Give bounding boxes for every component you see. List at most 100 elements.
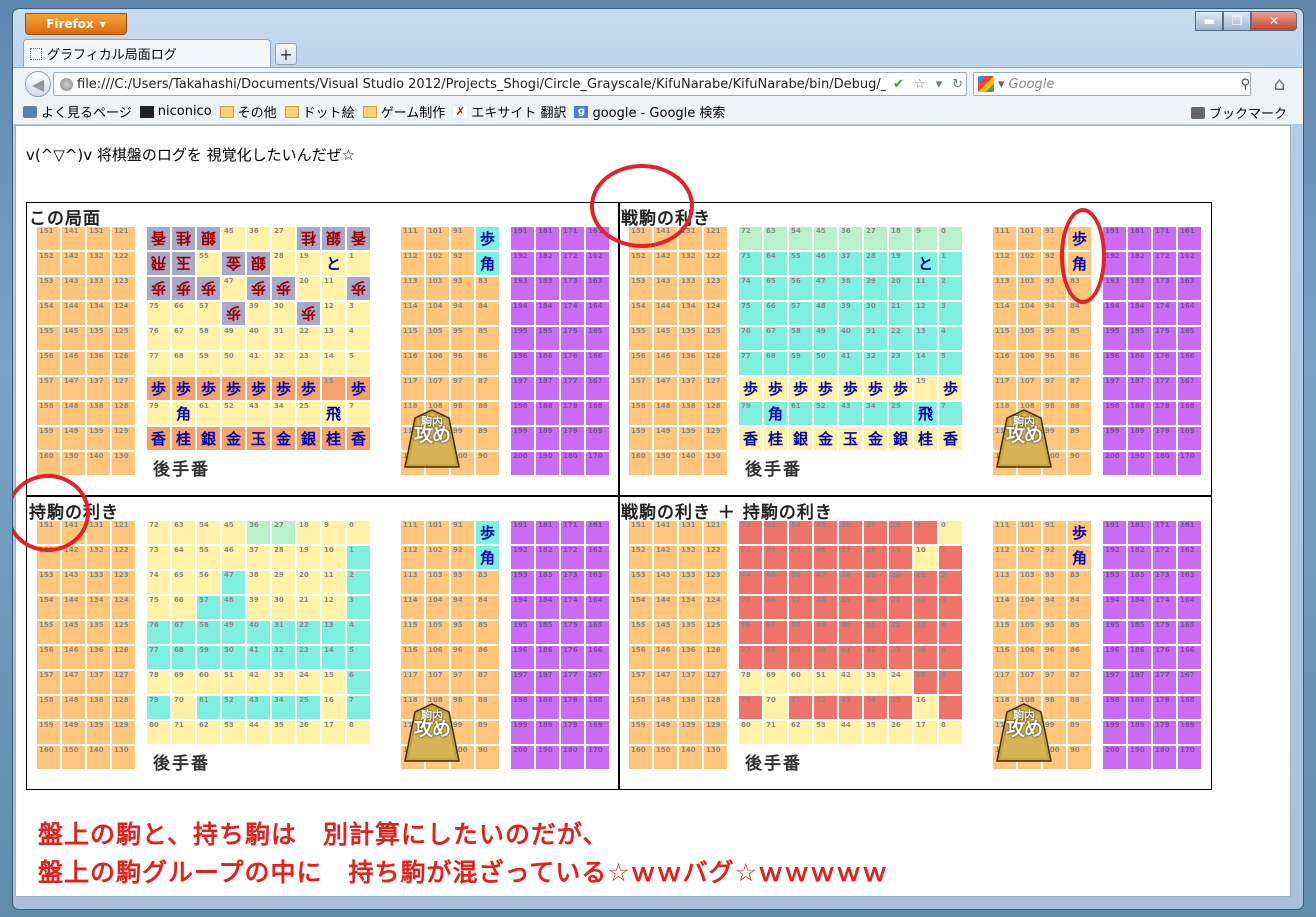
board-square[interactable]: 35 [272, 721, 295, 744]
board-square[interactable]: 58 [789, 621, 812, 644]
board-square[interactable]: 80 [147, 721, 170, 744]
sente-hand-square[interactable]: 87 [476, 671, 499, 694]
board-square[interactable]: 27 [864, 521, 887, 544]
sente-hand-square[interactable]: 95 [451, 621, 474, 644]
board-square[interactable]: 76 [147, 621, 170, 644]
board-square[interactable]: 76 [147, 327, 170, 350]
board-square[interactable]: 12 [322, 596, 345, 619]
shogi-piece[interactable]: と [914, 252, 937, 275]
board-square[interactable]: 13 [914, 621, 937, 644]
board-square[interactable]: 66 [764, 596, 787, 619]
gote-hand-square[interactable]: 140 [679, 746, 702, 769]
gote-hand-square[interactable]: 133 [679, 571, 702, 594]
sente-hand-square[interactable]: 104 [426, 302, 449, 325]
reserve-square[interactable]: 177 [1153, 377, 1176, 400]
reserve-square[interactable]: 192 [511, 252, 534, 275]
sente-hand-square[interactable]: 104 [426, 596, 449, 619]
reserve-square[interactable]: 168 [1178, 696, 1201, 719]
sente-hand-square[interactable]: 89 [1068, 721, 1091, 744]
sente-hand-square[interactable]: 93 [451, 571, 474, 594]
gote-hand-square[interactable]: 147 [654, 671, 677, 694]
board-square[interactable]: 26 [297, 721, 320, 744]
sente-hand-square[interactable]: 105 [1018, 327, 1041, 350]
gote-hand-square[interactable]: 157 [629, 671, 652, 694]
board-square[interactable]: 16 [914, 696, 937, 719]
hand-piece[interactable]: 角 [1068, 546, 1091, 569]
reserve-square[interactable]: 197 [1103, 671, 1126, 694]
reserve-square[interactable]: 198 [511, 696, 534, 719]
board-square[interactable]: 61 [197, 402, 220, 425]
gote-hand-square[interactable]: 133 [87, 571, 110, 594]
board-square[interactable]: 2 [939, 571, 962, 594]
gote-hand-square[interactable]: 128 [704, 402, 727, 425]
gote-hand-square[interactable]: 132 [679, 546, 702, 569]
reserve-square[interactable]: 189 [1128, 721, 1151, 744]
gote-hand-square[interactable]: 160 [629, 746, 652, 769]
gote-hand-square[interactable]: 156 [37, 352, 60, 375]
sente-hand-square[interactable]: 111 [401, 227, 424, 250]
gote-hand-square[interactable]: 152 [629, 252, 652, 275]
board-square[interactable]: 25 [889, 696, 912, 719]
gote-hand-square[interactable]: 124 [112, 302, 135, 325]
reserve-square[interactable]: 180 [561, 746, 584, 769]
reserve-square[interactable]: 184 [1128, 596, 1151, 619]
board-square[interactable]: 74 [739, 571, 762, 594]
sente-hand-square[interactable]: 117 [401, 377, 424, 400]
shogi-piece[interactable]: 歩 [889, 377, 912, 400]
reserve-square[interactable]: 172 [561, 252, 584, 275]
sente-hand-square[interactable]: 105 [426, 327, 449, 350]
board-square[interactable]: 76 [739, 327, 762, 350]
board-square[interactable]: 27 [864, 227, 887, 250]
board-square[interactable]: 3 [347, 596, 370, 619]
reserve-square[interactable]: 166 [1178, 352, 1201, 375]
board-square[interactable]: 63 [764, 227, 787, 250]
gote-hand-square[interactable]: 142 [654, 252, 677, 275]
shogi-piece[interactable]: 角 [764, 402, 787, 425]
gote-hand-square[interactable]: 129 [704, 427, 727, 450]
gote-hand-square[interactable]: 145 [62, 327, 85, 350]
reserve-square[interactable]: 176 [1153, 646, 1176, 669]
bookmarks-menu-button[interactable]: ブックマーク [1190, 103, 1287, 122]
gote-hand-square[interactable]: 130 [704, 746, 727, 769]
gote-hand-square[interactable]: 158 [629, 696, 652, 719]
board-square[interactable]: 47 [222, 277, 245, 300]
gote-hand-square[interactable]: 125 [704, 327, 727, 350]
board-square[interactable]: 30 [272, 596, 295, 619]
sente-hand-square[interactable]: 88 [1068, 402, 1091, 425]
board-square[interactable]: 22 [889, 621, 912, 644]
board-square[interactable]: 54 [789, 227, 812, 250]
sente-hand-square[interactable]: 102 [426, 546, 449, 569]
shogi-piece[interactable]: 香 [939, 427, 962, 450]
reserve-square[interactable]: 169 [1178, 721, 1201, 744]
shogi-piece[interactable]: 歩 [814, 377, 837, 400]
sente-hand-square[interactable]: 95 [451, 327, 474, 350]
shogi-piece[interactable]: 玉 [172, 252, 195, 275]
reserve-square[interactable]: 176 [561, 646, 584, 669]
board-square[interactable]: 33 [272, 671, 295, 694]
sente-hand-square[interactable]: 106 [1018, 352, 1041, 375]
board-square[interactable]: 23 [297, 352, 320, 375]
board-square[interactable]: 64 [172, 546, 195, 569]
gote-hand-square[interactable]: 124 [112, 596, 135, 619]
board-square[interactable]: 41 [839, 646, 862, 669]
board-square[interactable]: 65 [172, 571, 195, 594]
board-square[interactable]: 79 [147, 402, 170, 425]
reserve-square[interactable]: 188 [1128, 402, 1151, 425]
board-square[interactable]: 5 [347, 646, 370, 669]
reserve-square[interactable]: 181 [536, 521, 559, 544]
board-square[interactable]: 49 [814, 327, 837, 350]
reserve-square[interactable]: 195 [1103, 621, 1126, 644]
sente-hand-square[interactable]: 87 [1068, 377, 1091, 400]
board-square[interactable]: 54 [197, 521, 220, 544]
gote-hand-square[interactable]: 131 [87, 521, 110, 544]
gote-hand-square[interactable]: 132 [679, 252, 702, 275]
board-square[interactable]: 66 [172, 302, 195, 325]
gote-hand-square[interactable]: 153 [629, 277, 652, 300]
gote-hand-square[interactable]: 149 [654, 427, 677, 450]
board-square[interactable]: 15 [914, 377, 937, 400]
reserve-square[interactable]: 198 [1103, 696, 1126, 719]
board-square[interactable]: 1 [939, 252, 962, 275]
board-square[interactable]: 73 [739, 252, 762, 275]
shogi-piece[interactable]: 飛 [322, 402, 345, 425]
board-square[interactable]: 6 [347, 671, 370, 694]
